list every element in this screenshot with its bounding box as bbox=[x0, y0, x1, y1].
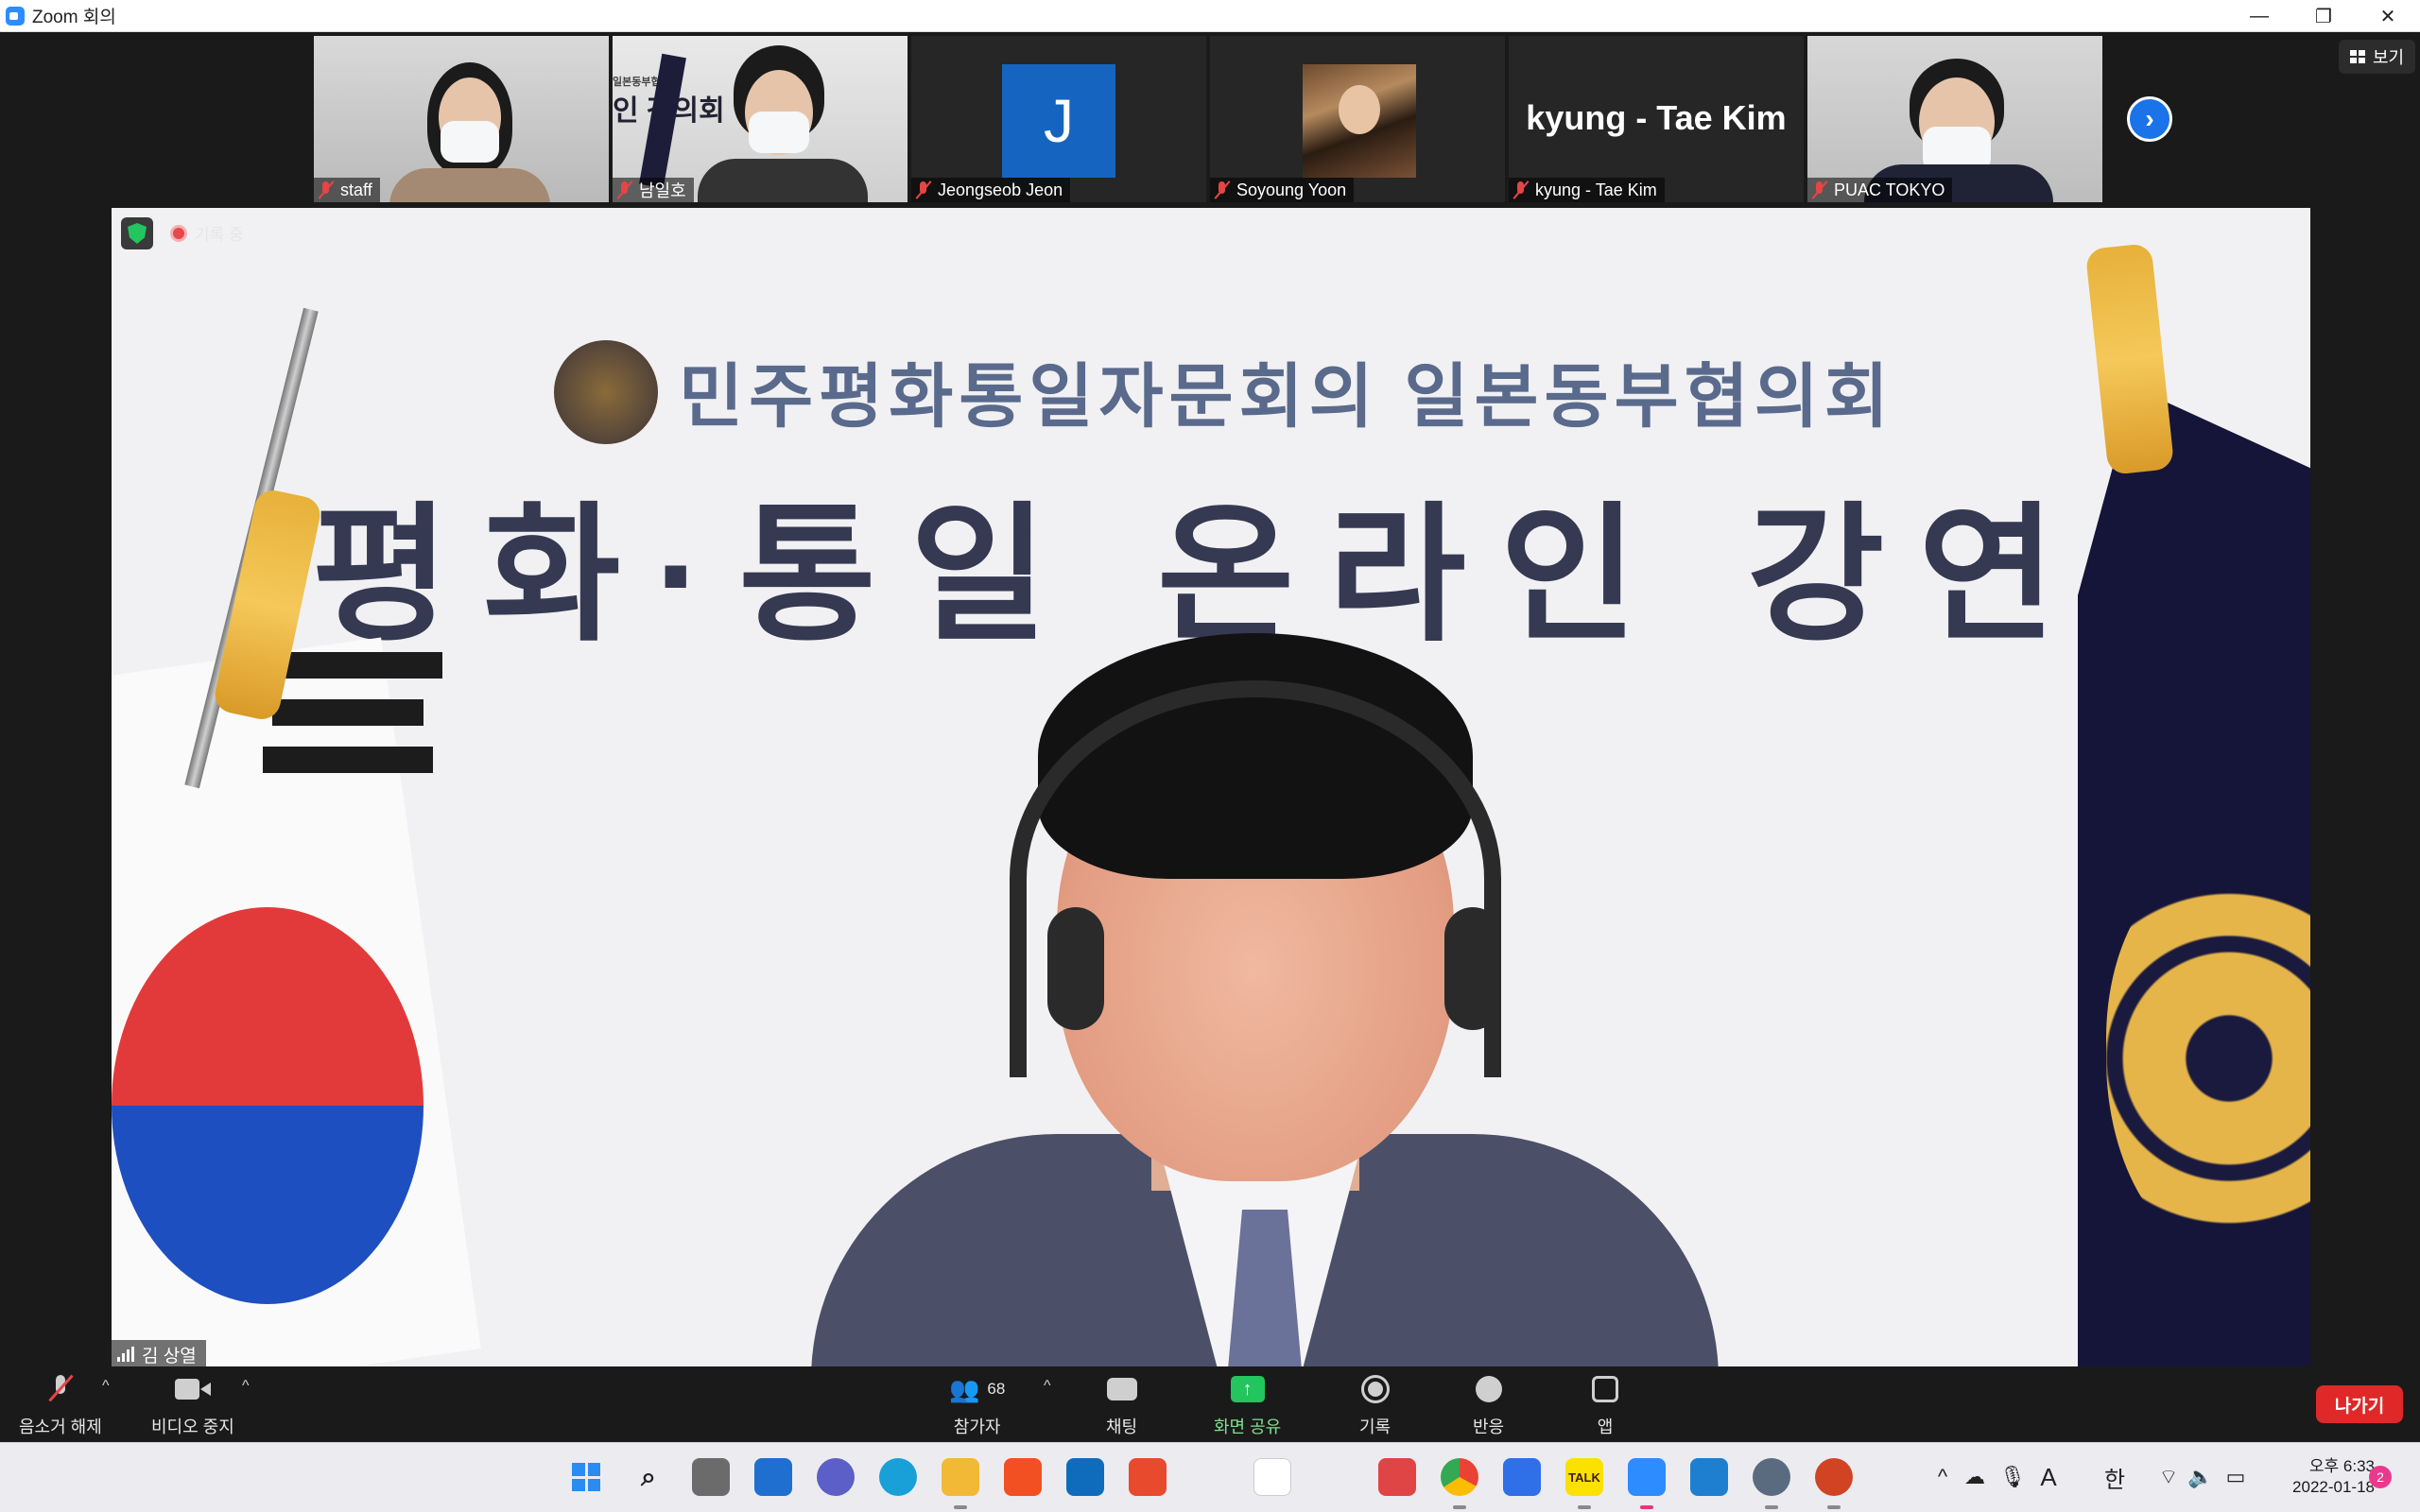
participants-button[interactable]: 👥 68 참가자 bbox=[949, 1374, 1005, 1438]
microsoft-store-icon[interactable] bbox=[1004, 1458, 1042, 1496]
onedrive-cloud-icon[interactable]: ☁ bbox=[1961, 1458, 1989, 1496]
zoom-app-icon bbox=[6, 6, 25, 26]
participant-name-tag: kyung - Tae Kim bbox=[1509, 178, 1665, 202]
participant-strip: staff 일본동부협의 인 강의회 남일호 J Jeongseob Jeon bbox=[314, 36, 2102, 202]
mail-icon[interactable] bbox=[1066, 1458, 1104, 1496]
zoom-taskbar-icon[interactable] bbox=[1628, 1458, 1666, 1496]
app-icon[interactable] bbox=[1690, 1458, 1728, 1496]
record-icon bbox=[1360, 1375, 1390, 1403]
muted-mic-icon bbox=[1512, 180, 1530, 199]
avatar bbox=[1303, 64, 1416, 178]
apps-icon bbox=[1592, 1376, 1618, 1402]
restore-button[interactable]: ❐ bbox=[2291, 0, 2356, 32]
leave-button[interactable]: 나가기 bbox=[2316, 1385, 2403, 1423]
kakaotalk-icon[interactable]: TALK bbox=[1565, 1458, 1603, 1496]
window-title: Zoom 회의 bbox=[32, 8, 116, 27]
system-clock[interactable]: 오후 6:33 2022-01-18 bbox=[2261, 1456, 2375, 1498]
emblem-logo bbox=[554, 340, 658, 444]
edge-browser-icon[interactable] bbox=[879, 1458, 917, 1496]
video-options-caret-icon[interactable]: ^ bbox=[242, 1378, 250, 1395]
title-bar: Zoom 회의 — ❐ ✕ bbox=[0, 0, 2420, 32]
meeting-area: staff 일본동부협의 인 강의회 남일호 J Jeongseob Jeon bbox=[0, 32, 2420, 1440]
smiley-reaction-icon bbox=[1475, 1376, 1502, 1402]
windows-taskbar: ⌕ TALK ^ ☁ 🎙 A 한 ⌔ 🔈 ▭ 오후 6:33 2022-01-1… bbox=[0, 1442, 2420, 1512]
next-page-arrow-icon[interactable]: › bbox=[2127, 96, 2172, 142]
ime-mode-korean[interactable]: 한 bbox=[2099, 1458, 2131, 1496]
close-button[interactable]: ✕ bbox=[2356, 0, 2420, 32]
participant-name-tag: Jeongseob Jeon bbox=[911, 178, 1071, 202]
meeting-controls: 음소거 해제 ^ 비디오 중지 ^ 👥 68 참가자 ^ 채팅 ↑ 화면 공유 … bbox=[0, 1366, 2420, 1442]
active-speaker-video[interactable]: 민주평화통일자문회의 일본동부협의회 평화·통일 온라인 강연 기록 중 김 상… bbox=[112, 208, 2310, 1368]
recording-indicator[interactable]: 기록 중 bbox=[170, 221, 244, 245]
record-button[interactable]: 기록 bbox=[1359, 1374, 1391, 1438]
volume-icon[interactable]: 🔈 bbox=[2187, 1458, 2214, 1496]
microphone-muted-icon bbox=[51, 1375, 70, 1403]
search-icon[interactable]: ⌕ bbox=[630, 1458, 667, 1496]
sync-app-icon[interactable] bbox=[1378, 1458, 1416, 1496]
apps-button[interactable]: 앱 bbox=[1592, 1374, 1618, 1438]
unmute-button[interactable]: 음소거 해제 bbox=[19, 1374, 102, 1438]
avatar: J bbox=[1002, 64, 1115, 178]
muted-mic-icon bbox=[616, 180, 633, 199]
recording-dot-icon bbox=[170, 224, 187, 242]
encryption-shield-icon[interactable] bbox=[121, 217, 153, 249]
share-screen-arrow-icon: ↑ bbox=[1230, 1376, 1265, 1402]
microphone-tray-icon[interactable]: 🎙 bbox=[1999, 1458, 2026, 1496]
participant-name-tag: PUAC TOKYO bbox=[1807, 178, 1953, 202]
participants-options-caret-icon[interactable]: ^ bbox=[1044, 1378, 1051, 1395]
task-view-icon[interactable] bbox=[692, 1458, 730, 1496]
participants-count: 68 bbox=[987, 1380, 1006, 1398]
teams-chat-icon[interactable] bbox=[817, 1458, 855, 1496]
ime-mode-a[interactable]: A bbox=[2034, 1458, 2063, 1496]
share-screen-button[interactable]: ↑ 화면 공유 bbox=[1214, 1374, 1281, 1438]
participant-tile[interactable]: staff bbox=[314, 36, 609, 202]
gallery-grid-icon bbox=[2350, 50, 2365, 63]
participants-icon: 👥 bbox=[949, 1374, 980, 1403]
file-explorer-icon[interactable] bbox=[942, 1458, 979, 1496]
participant-display-name: kyung - Tae Kim bbox=[1526, 98, 1787, 137]
chat-bubble-icon bbox=[1106, 1378, 1137, 1400]
participant-name-tag: staff bbox=[314, 178, 380, 202]
chrome-browser-icon[interactable] bbox=[1441, 1458, 1478, 1496]
window-controls: — ❐ ✕ bbox=[2227, 0, 2420, 32]
chat-button[interactable]: 채팅 bbox=[1106, 1374, 1137, 1438]
video-camera-icon bbox=[174, 1379, 211, 1400]
speaker-name-tag: 김 상열 bbox=[112, 1340, 206, 1368]
widgets-icon[interactable] bbox=[754, 1458, 792, 1496]
stop-video-button[interactable]: 비디오 중지 bbox=[151, 1374, 234, 1438]
battery-icon[interactable]: ▭ bbox=[2221, 1458, 2250, 1496]
settings-gear-icon[interactable] bbox=[1753, 1458, 1790, 1496]
participant-tile[interactable]: PUAC TOKYO bbox=[1807, 36, 2102, 202]
tray-overflow-chevron-icon[interactable]: ^ bbox=[1930, 1458, 1955, 1496]
app-icon[interactable] bbox=[1129, 1458, 1167, 1496]
muted-mic-icon bbox=[915, 180, 932, 199]
participant-name-tag: Soyoung Yoon bbox=[1210, 178, 1355, 202]
signal-strength-icon bbox=[117, 1347, 134, 1362]
muted-mic-icon bbox=[1214, 180, 1231, 199]
muted-mic-icon bbox=[318, 180, 335, 199]
windows-start-icon[interactable] bbox=[567, 1458, 605, 1496]
reactions-button[interactable]: 반응 bbox=[1473, 1374, 1504, 1438]
participant-tile[interactable]: Soyoung Yoon bbox=[1210, 36, 1505, 202]
taegeuk-symbol bbox=[112, 907, 424, 1304]
minimize-button[interactable]: — bbox=[2227, 0, 2291, 32]
participant-name-tag: 남일호 bbox=[613, 178, 694, 202]
audio-options-caret-icon[interactable]: ^ bbox=[102, 1378, 110, 1395]
participant-tile[interactable]: kyung - Tae Kim kyung - Tae Kim bbox=[1509, 36, 1804, 202]
notification-badge[interactable]: 2 bbox=[2369, 1466, 2392, 1488]
participant-tile[interactable]: 일본동부협의 인 강의회 남일호 bbox=[613, 36, 908, 202]
view-button[interactable]: 보기 bbox=[2339, 40, 2416, 74]
wifi-icon[interactable]: ⌔ bbox=[2155, 1458, 2182, 1496]
muted-mic-icon bbox=[1811, 180, 1828, 199]
app-icon[interactable] bbox=[1503, 1458, 1541, 1496]
banner-line-1: 민주평화통일자문회의 일본동부협의회 bbox=[679, 357, 1894, 436]
participant-tile[interactable]: J Jeongseob Jeon bbox=[911, 36, 1206, 202]
powerpoint-icon[interactable] bbox=[1815, 1458, 1853, 1496]
app-icon[interactable] bbox=[1253, 1458, 1291, 1496]
